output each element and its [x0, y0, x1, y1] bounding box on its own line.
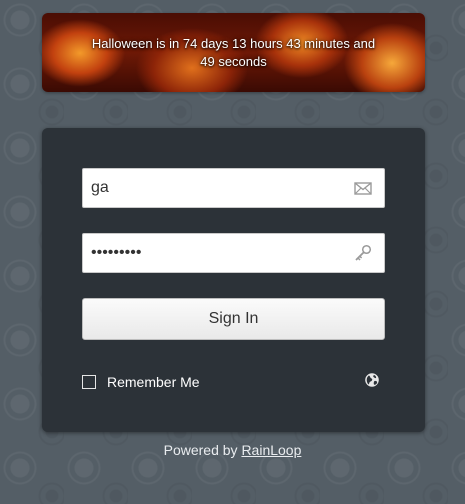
banner-countdown-text: Halloween is in 74 days 13 hours 43 minu… [91, 35, 376, 69]
email-input[interactable] [83, 169, 341, 207]
login-panel: Sign In Remember Me [42, 128, 425, 432]
password-input[interactable] [83, 234, 341, 272]
password-field[interactable] [82, 233, 385, 273]
remember-me-checkbox[interactable] [82, 375, 96, 389]
rainloop-link[interactable]: RainLoop [241, 442, 301, 458]
globe-icon[interactable] [364, 372, 380, 388]
remember-me-toggle[interactable]: Remember Me [82, 374, 200, 390]
envelope-icon [353, 179, 373, 197]
remember-me-label: Remember Me [107, 374, 200, 390]
halloween-banner: Halloween is in 74 days 13 hours 43 minu… [42, 13, 425, 92]
powered-by-footer: Powered by RainLoop [0, 442, 465, 458]
key-icon [353, 244, 373, 262]
sign-in-button[interactable]: Sign In [82, 298, 385, 340]
powered-by-text: Powered by [163, 442, 242, 458]
email-field[interactable] [82, 168, 385, 208]
